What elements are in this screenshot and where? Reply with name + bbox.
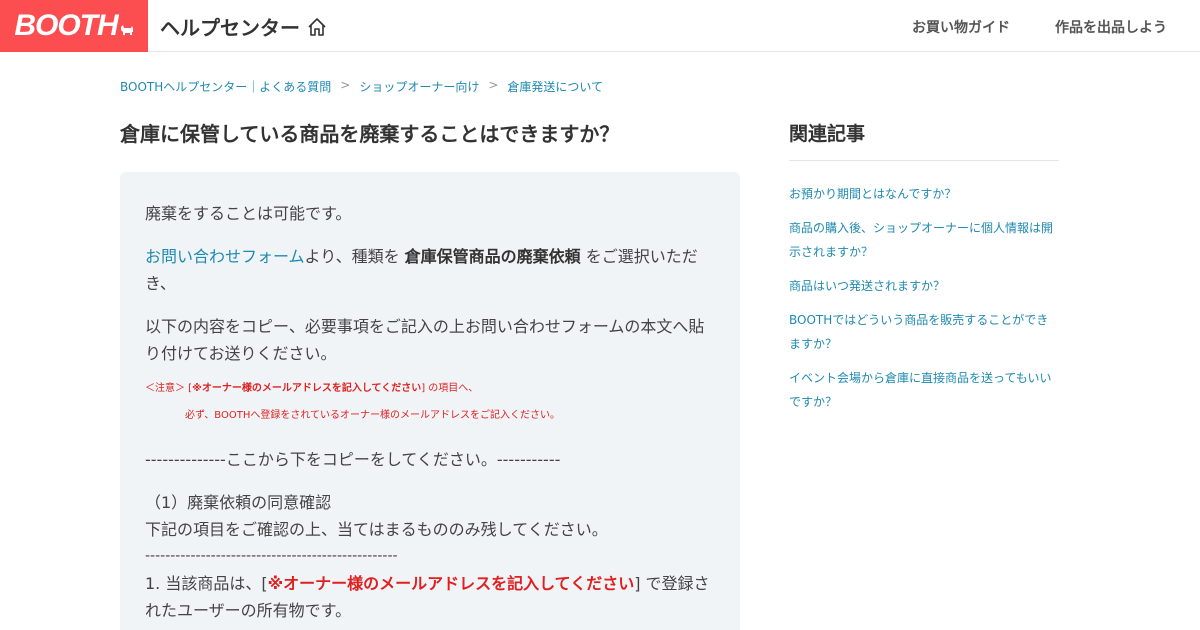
site-header: BOOTH ヘルプセンター お買い物ガイド 作品を出品しよう xyxy=(0,0,1200,52)
warning-line-1: ＜注意＞ [※オーナー様のメールアドレスを記入してください] の項目へ、 xyxy=(145,381,715,397)
paragraph-text: より、種類を xyxy=(304,247,405,266)
nav-start-selling[interactable]: 作品を出品しよう xyxy=(1055,17,1167,37)
breadcrumb-item-help-center[interactable]: BOOTHヘルプセンター｜よくある質問 xyxy=(120,78,331,95)
breadcrumb-item-warehouse[interactable]: 倉庫発送について xyxy=(507,78,603,95)
article-paragraph: 以下の内容をコピー、必要事項をご記入の上お問い合わせフォームの本文へ貼り付けてお… xyxy=(145,317,705,363)
related-article-link[interactable]: 商品はいつ発送されますか？ xyxy=(789,279,945,293)
list-item: イベント会場から倉庫に直接商品を送ってもいいですか？ xyxy=(789,366,1059,414)
consent-item-1: 1. 当該商品は、[※オーナー様のメールアドレスを記入してください] で登録され… xyxy=(145,570,715,624)
related-articles-title: 関連記事 xyxy=(789,123,866,145)
page-title: 倉庫に保管している商品を廃棄することはできますか？ xyxy=(120,122,620,146)
divider-line: ----------------------------------------… xyxy=(145,548,398,564)
list-item: お預かり期間とはなんですか？ xyxy=(789,182,1059,206)
help-center-title[interactable]: ヘルプセンター xyxy=(160,12,328,41)
related-article-link[interactable]: BOOTHではどういう商品を販売することができますか？ xyxy=(789,313,1048,351)
list-item: 商品はいつ発送されますか？ xyxy=(789,274,1059,298)
section-title: （1）廃棄依頼の同意確認 xyxy=(145,493,332,512)
note-text: ] の項目へ、 xyxy=(421,383,479,394)
related-articles-list: お預かり期間とはなんですか？ 商品の購入後、ショップオーナーに個人情報は開示され… xyxy=(789,182,1059,424)
inquiry-type-bold: 倉庫保管商品の廃棄依頼 xyxy=(404,247,581,266)
related-divider xyxy=(789,160,1059,161)
warning-note: ＜注意＞ [※オーナー様のメールアドレスを記入してください] の項目へ、 必ず、… xyxy=(145,381,715,424)
list-item: 商品の購入後、ショップオーナーに個人情報は開示されますか？ xyxy=(789,216,1059,264)
help-center-label: ヘルプセンター xyxy=(160,16,300,40)
related-article-link[interactable]: お預かり期間とはなんですか？ xyxy=(789,187,956,201)
related-article-link[interactable]: 商品の購入後、ショップオーナーに個人情報は開示されますか？ xyxy=(789,221,1053,259)
logo-text: BOOTH xyxy=(14,9,118,42)
contact-form-link[interactable]: お問い合わせフォーム xyxy=(145,247,305,266)
breadcrumb-separator: > xyxy=(340,78,351,92)
breadcrumb-separator: > xyxy=(488,78,499,92)
item-red-text: ※オーナー様のメールアドレスを記入してください xyxy=(267,574,635,593)
breadcrumb: BOOTHヘルプセンター｜よくある質問 > ショップオーナー向け > 倉庫発送に… xyxy=(120,78,603,95)
note-bold: ※オーナー様のメールアドレスを記入してください xyxy=(192,383,422,394)
article-paragraph: お問い合わせフォームより、種類を 倉庫保管商品の廃棄依頼 をご選択いただき、 xyxy=(145,243,715,297)
article-paragraph: 廃棄をすることは可能です。 xyxy=(145,204,352,223)
dog-icon xyxy=(120,25,133,35)
home-icon xyxy=(308,17,326,36)
article-body: 廃棄をすることは可能です。 お問い合わせフォームより、種類を 倉庫保管商品の廃棄… xyxy=(120,172,740,630)
related-article-link[interactable]: イベント会場から倉庫に直接商品を送ってもいいですか？ xyxy=(789,371,1052,409)
note-text: ＜注意＞ [ xyxy=(145,383,193,394)
breadcrumb-item-shop-owner[interactable]: ショップオーナー向け xyxy=(359,78,479,95)
item-text: 1. 当該商品は、[ xyxy=(145,574,268,593)
booth-logo[interactable]: BOOTH xyxy=(0,0,148,52)
warning-line-2: 必ず、BOOTHへ登録をされているオーナー様のメールアドレスをご記入ください。 xyxy=(185,410,561,421)
copy-marker: --------------ここから下をコピーをしてください。---------… xyxy=(145,450,561,469)
nav-shopping-guide[interactable]: お買い物ガイド xyxy=(912,17,1010,37)
list-item: BOOTHではどういう商品を販売することができますか？ xyxy=(789,308,1059,356)
section-description: 下記の項目をご確認の上、当てはまるもののみ残してください。 xyxy=(145,520,608,539)
